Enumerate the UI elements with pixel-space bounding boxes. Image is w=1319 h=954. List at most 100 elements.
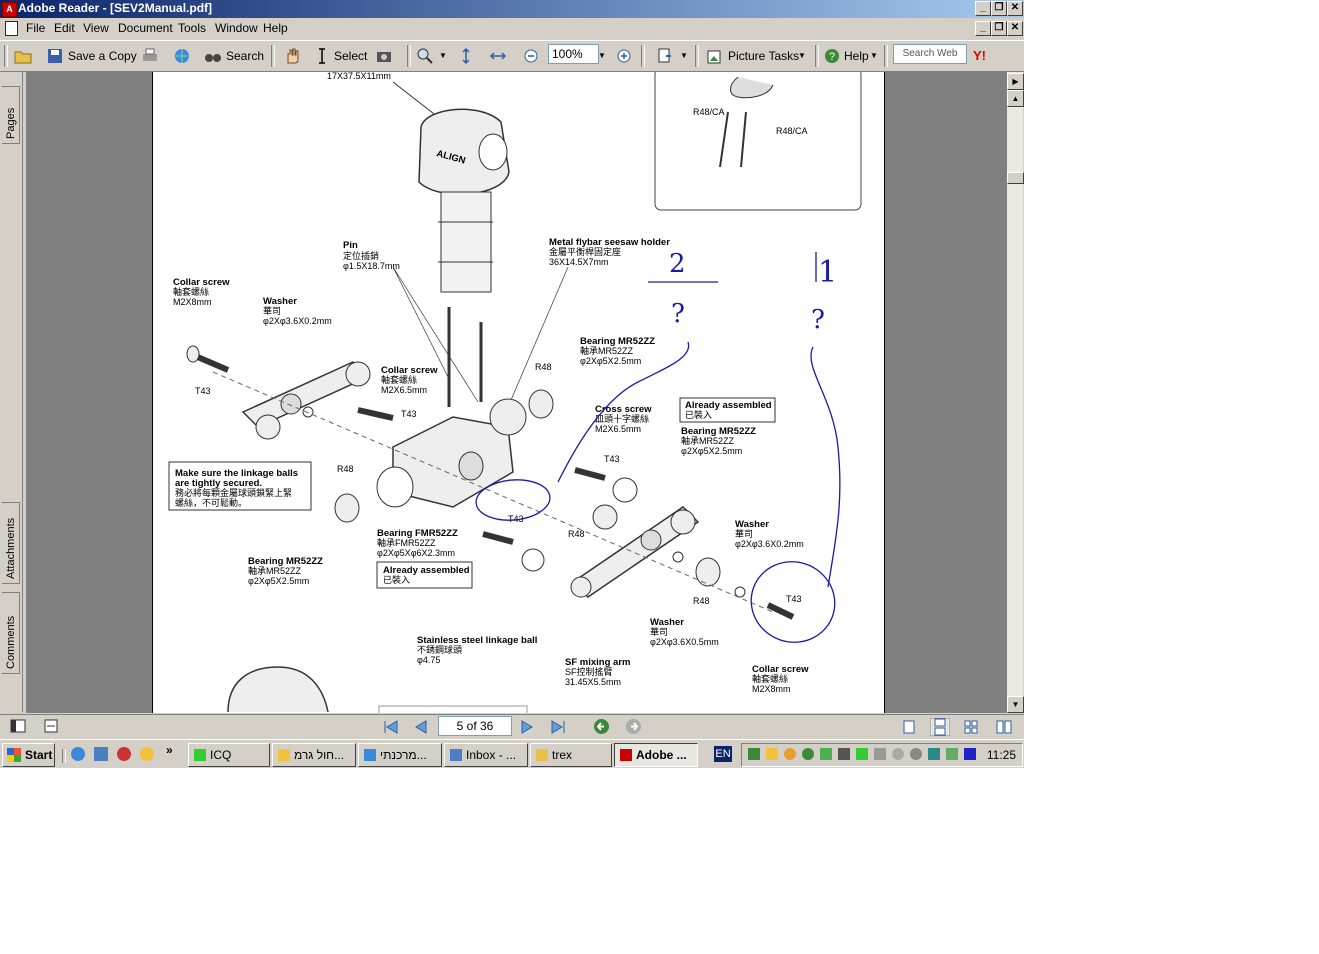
scroll-down-arrow-icon[interactable]: ▼ [1007,696,1024,713]
snapshot-camera-icon[interactable] [375,47,393,65]
print-icon[interactable] [141,47,159,65]
first-page-icon[interactable] [383,720,399,734]
minimize-button[interactable]: _ [975,1,991,16]
task-window-2[interactable]: חול גרמ... [272,743,356,767]
leader-top [392,81,439,118]
tray-mail-icon[interactable] [766,748,778,760]
fit-width-icon[interactable] [489,47,507,65]
email-globe-icon[interactable] [173,47,191,65]
continuous-view-icon[interactable] [930,718,950,736]
yahoo-logo-icon[interactable]: Y! [973,46,986,66]
restore-button[interactable]: ❐ [991,1,1007,16]
menu-edit[interactable]: Edit [54,21,75,35]
previous-page-icon[interactable] [414,720,428,734]
zoom-in-icon[interactable] [615,47,633,65]
close-button[interactable]: ✕ [1007,1,1023,16]
tray-icon-9[interactable] [892,748,904,760]
tray-icon-8[interactable] [874,748,886,760]
doc-restore-button[interactable]: ❐ [991,21,1007,36]
tray-monitor-icon[interactable] [838,748,850,760]
menu-window[interactable]: Window [215,21,258,35]
zoom-level-field[interactable]: 100% [548,44,599,64]
quicklaunch-overflow-icon[interactable]: » [166,743,173,757]
menu-document[interactable]: Document [118,21,173,35]
task-icq[interactable]: ICQ [188,743,270,767]
binoculars-icon[interactable] [204,47,222,65]
label-cross-dims: M2X6.5mm [595,424,641,434]
save-disk-icon[interactable] [46,47,64,65]
start-button[interactable]: Start [2,743,55,767]
task-inbox[interactable]: Inbox - ... [444,743,528,767]
help-dropdown-icon[interactable]: ▼ [870,46,878,66]
next-page-icon[interactable] [520,720,534,734]
picture-tasks-dropdown-icon[interactable]: ▼ [798,46,806,66]
rotate-view-icon[interactable] [656,47,674,65]
zoom-out-icon[interactable] [522,47,540,65]
outlook-quicklaunch-icon[interactable] [94,747,108,761]
task-adobe-reader[interactable]: Adobe ... [614,743,698,767]
tray-icq-icon[interactable] [802,748,814,760]
document-properties-icon[interactable] [44,719,58,733]
document-icon[interactable] [5,21,18,36]
language-indicator[interactable]: EN [714,746,732,762]
document-viewport[interactable]: R48/CA R48/CA 17X37.5X11mm ALIGN Pin 定位插… [26,72,1007,713]
tray-icon-1[interactable] [748,748,760,760]
tab-pages[interactable]: Pages [2,86,20,144]
last-page-icon[interactable] [550,720,566,734]
task-trex-folder[interactable]: trex [530,743,612,767]
zoom-in-magnifier-icon[interactable] [416,47,434,65]
task-window-3[interactable]: מרכנתי... [358,743,442,767]
sf-arm-ball [670,509,696,535]
page-layout-icon[interactable] [10,719,26,733]
hand-tool-icon[interactable] [283,47,301,65]
icq-icon [194,749,206,761]
save-copy-button[interactable]: Save a Copy [68,46,137,66]
zoom-dropdown-icon[interactable]: ▼ [598,46,606,66]
menu-help[interactable]: Help [263,21,288,35]
tray-clock-icon[interactable] [784,748,796,760]
tray-network-icon[interactable] [820,748,832,760]
doc-minimize-button[interactable]: _ [975,21,991,36]
rotate-dropdown-icon[interactable]: ▼ [680,46,688,66]
select-text-icon[interactable] [313,47,331,65]
tab-comments-label: Comments [5,615,17,669]
panel-expand-arrow-icon[interactable]: ▶ [1007,73,1024,90]
zoom-tool-dropdown-icon[interactable]: ▼ [439,46,447,66]
label-pin-chinese: 定位插銷 [343,250,379,261]
ie-quicklaunch-icon[interactable] [71,747,85,761]
tray-media-icon[interactable] [964,748,976,760]
single-page-view-icon[interactable] [902,720,916,734]
firefox-quicklaunch-icon[interactable] [117,747,131,761]
desktop-screen: A Adobe Reader - [SEV2Manual.pdf] _ ❐ ✕ … [0,0,1024,768]
vertical-scrollbar[interactable]: ▶ ▲ ▼ [1007,72,1024,713]
tray-icon-12[interactable] [946,748,958,760]
label-washer3-dims: φ2Xφ3.6X0.5mm [650,637,719,647]
tray-icon-10[interactable] [910,748,922,760]
tab-comments[interactable]: Comments [2,592,20,674]
search-button[interactable]: Search [226,46,264,66]
picture-tasks-icon[interactable] [706,47,724,65]
facing-view-icon[interactable] [964,720,978,734]
scroll-thumb[interactable] [1007,172,1024,184]
select-button[interactable]: Select [334,46,367,66]
tab-attachments[interactable]: Attachments [2,502,20,584]
help-button[interactable]: Help [844,46,869,66]
open-folder-icon[interactable] [14,47,32,65]
picture-tasks-button[interactable]: Picture Tasks [728,46,799,66]
help-icon[interactable]: ? [823,47,841,65]
next-view-icon[interactable] [625,718,642,735]
clock-quicklaunch-icon[interactable] [140,747,154,761]
next-hub-preview [227,666,329,713]
doc-close-button[interactable]: ✕ [1007,21,1023,36]
menu-file[interactable]: File [26,21,45,35]
menu-tools[interactable]: Tools [178,21,206,35]
search-web-input[interactable]: Search Web [893,44,967,64]
tray-icon-11[interactable] [928,748,940,760]
tray-icon-7[interactable] [856,748,868,760]
previous-view-icon[interactable] [593,718,610,735]
menu-view[interactable]: View [83,21,109,35]
scroll-up-arrow-icon[interactable]: ▲ [1007,90,1024,107]
page-number-field[interactable]: 5 of 36 [438,716,512,736]
continuous-facing-view-icon[interactable] [996,720,1012,734]
fit-height-icon[interactable] [457,47,475,65]
